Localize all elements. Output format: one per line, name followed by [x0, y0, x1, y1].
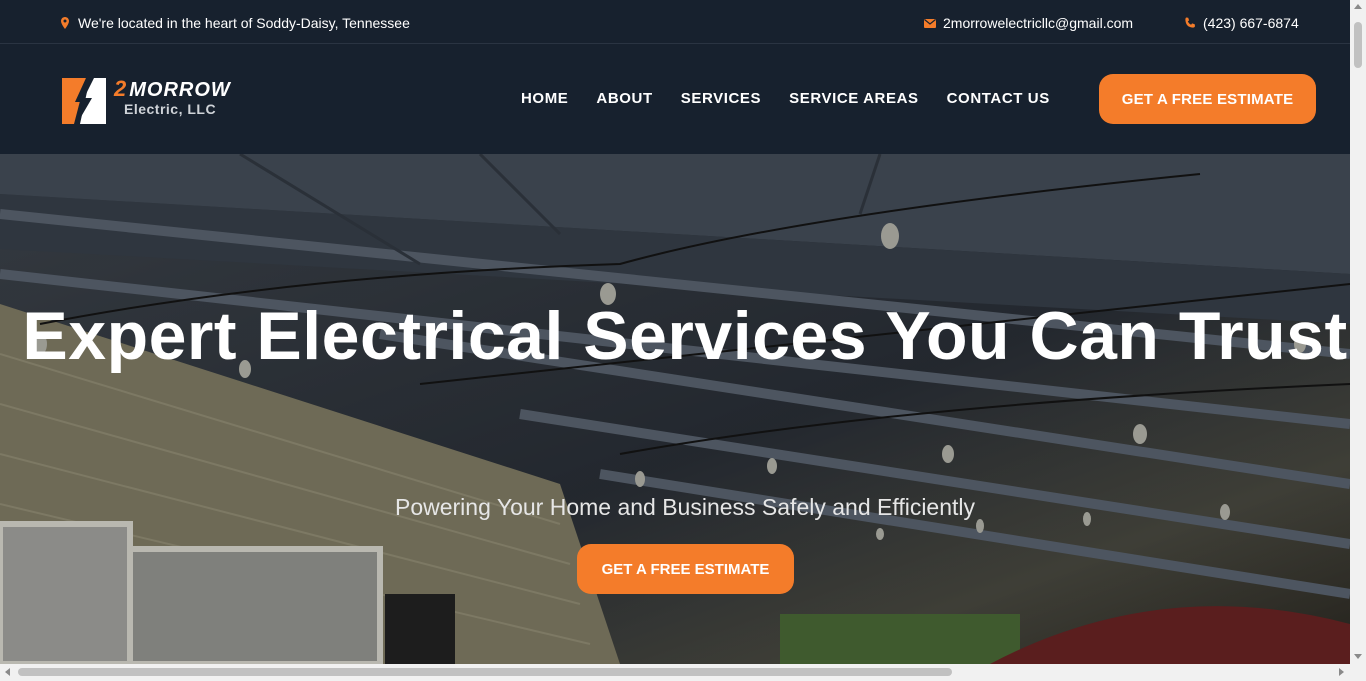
main-nav: HOME ABOUT SERVICES SERVICE AREAS CONTAC… [521, 90, 1050, 107]
logo-number: 2 [114, 76, 127, 101]
hero-subtitle: Powering Your Home and Business Safely a… [394, 494, 976, 520]
logo-subtitle: Electric, LLC [124, 101, 217, 117]
location-text: We're located in the heart of Soddy-Dais… [78, 15, 410, 31]
vertical-scrollbar[interactable] [1350, 0, 1366, 664]
nav-services[interactable]: SERVICES [681, 90, 761, 107]
top-info-bar: We're located in the heart of Soddy-Dais… [0, 0, 1350, 44]
site-logo[interactable]: 2 MORROW Electric, LLC [60, 76, 231, 126]
nav-about[interactable]: ABOUT [596, 90, 652, 107]
nav-service-areas[interactable]: SERVICE AREAS [789, 90, 919, 107]
site-header: 2 MORROW Electric, LLC HOME ABOUT SERVIC… [0, 44, 1350, 154]
location-info: We're located in the heart of Soddy-Dais… [58, 15, 410, 31]
logo-brand: MORROW [129, 79, 231, 101]
scroll-down-arrow-icon[interactable] [1354, 654, 1362, 659]
nav-contact-us[interactable]: CONTACT US [947, 90, 1050, 107]
email-link[interactable]: 2morrowelectricllc@gmail.com [943, 15, 1133, 31]
envelope-icon [924, 19, 936, 28]
scroll-right-arrow-icon[interactable] [1339, 668, 1344, 676]
hero-title: Expert Electrical Services You Can Trust [22, 298, 1348, 374]
hero-section: Expert Electrical Services You Can Trust… [0, 154, 1350, 664]
phone-icon [1185, 17, 1195, 28]
vertical-scroll-thumb[interactable] [1354, 22, 1362, 68]
phone-info[interactable]: (423) 667-6874 [1183, 15, 1299, 31]
logo-wordmark: 2 MORROW Electric, LLC [114, 76, 231, 117]
scroll-left-arrow-icon[interactable] [5, 668, 10, 676]
scroll-up-arrow-icon[interactable] [1354, 4, 1362, 9]
hero-estimate-button[interactable]: GET A FREE ESTIMATE [577, 544, 794, 594]
phone-link[interactable]: (423) 667-6874 [1203, 15, 1299, 31]
horizontal-scroll-thumb[interactable] [18, 668, 952, 676]
header-estimate-button[interactable]: GET A FREE ESTIMATE [1099, 74, 1316, 124]
lightning-logo-icon [62, 78, 106, 124]
email-info[interactable]: 2morrowelectricllc@gmail.com [923, 15, 1133, 31]
horizontal-scrollbar[interactable] [0, 664, 1366, 681]
map-pin-icon [61, 17, 69, 29]
nav-home[interactable]: HOME [521, 90, 568, 107]
